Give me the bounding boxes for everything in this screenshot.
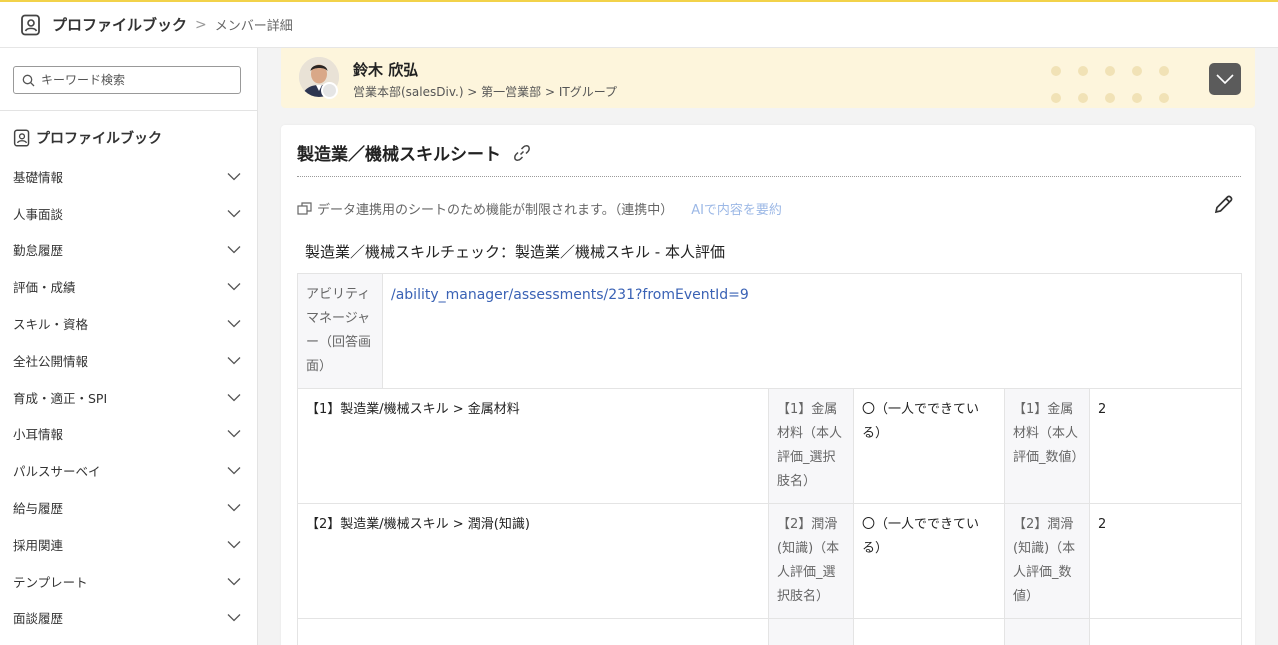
number-value: 2 bbox=[1089, 388, 1242, 504]
assessment-subtitle: 製造業／機械スキルチェック：製造業／機械スキル - 本人評価 bbox=[305, 243, 725, 261]
chevron-down-icon bbox=[1216, 74, 1234, 84]
chevron-down-icon bbox=[227, 467, 241, 475]
chevron-down-icon bbox=[227, 283, 241, 291]
sidebar-item-label: 小耳情報 bbox=[13, 427, 64, 443]
skill-question: 【1】製造業/機械スキル > 金属材料 bbox=[297, 388, 769, 504]
sidebar-item-template[interactable]: テンプレート bbox=[0, 563, 257, 600]
chevron-down-icon bbox=[227, 577, 241, 586]
sidebar-item-pulse-survey[interactable]: パルスサーベイ bbox=[0, 452, 257, 489]
sidebar-divider bbox=[0, 110, 257, 111]
sidebar-item-label: 採用関連 bbox=[13, 537, 64, 553]
chevron-down-icon bbox=[227, 246, 241, 254]
sidebar-menu: 基礎情報 人事面談 勤怠履歴 評価・成績 スキル・資格 全社公開情報 育成・適正… bbox=[0, 158, 257, 636]
search-input[interactable] bbox=[41, 73, 231, 87]
chevron-down-icon bbox=[227, 430, 241, 438]
sidebar-item-label: 基礎情報 bbox=[13, 169, 64, 185]
sidebar-item-interview-history[interactable]: 面談履歴 bbox=[0, 600, 257, 637]
sidebar-item-skills[interactable]: スキル・資格 bbox=[0, 305, 257, 342]
table-row bbox=[297, 618, 1242, 645]
skill-sheet-card: 製造業／機械スキルシート データ連携用のシートのため機能が制限されます。（連携中… bbox=[281, 125, 1255, 645]
ability-manager-label: アビリティマネージャー（回答画面） bbox=[297, 273, 383, 389]
chevron-down-icon bbox=[227, 614, 241, 622]
sheet-title: 製造業／機械スキルシート bbox=[297, 140, 531, 165]
main-content: 鈴木 欣弘 営業本部(salesDiv.) > 第一営業部 > ITグループ 製… bbox=[258, 48, 1278, 645]
number-label: 【1】金属材料（本人評価_数値） bbox=[1004, 388, 1090, 504]
sync-icon bbox=[297, 201, 312, 215]
chevron-down-icon bbox=[227, 209, 241, 218]
sidebar-item-public-info[interactable]: 全社公開情報 bbox=[0, 342, 257, 379]
chevron-down-icon bbox=[227, 172, 241, 181]
profile-book-icon bbox=[13, 129, 30, 147]
sidebar-item-evaluation[interactable]: 評価・成績 bbox=[0, 268, 257, 305]
sidebar: プロファイルブック 基礎情報 人事面談 勤怠履歴 評価・成績 スキル・資格 全社… bbox=[0, 48, 258, 645]
skill-table: アビリティマネージャー（回答画面） /ability_manager/asses… bbox=[297, 273, 1242, 645]
sidebar-item-label: 給与履歴 bbox=[13, 501, 64, 517]
sidebar-item-training-spi[interactable]: 育成・適正・SPI bbox=[0, 379, 257, 416]
sidebar-section-label: プロファイルブック bbox=[36, 131, 162, 147]
chevron-down-icon bbox=[227, 504, 241, 512]
sidebar-section-title: プロファイルブック bbox=[13, 128, 162, 148]
sheet-title-text: 製造業／機械スキルシート bbox=[297, 145, 501, 165]
skill-question: 【2】製造業/機械スキル > 潤滑(知識) bbox=[297, 503, 769, 619]
sidebar-item-label: パルスサーベイ bbox=[13, 464, 101, 480]
number-label: 【2】潤滑(知識)（本人評価_数値） bbox=[1004, 503, 1090, 619]
sidebar-item-label: スキル・資格 bbox=[13, 317, 89, 333]
ability-manager-link[interactable]: /ability_manager/assessments/231?fromEve… bbox=[382, 273, 1242, 389]
data-link-notice: データ連携用のシートのため機能が制限されます。（連携中） AIで内容を要約 bbox=[297, 199, 782, 218]
sidebar-item-recruiting[interactable]: 採用関連 bbox=[0, 526, 257, 563]
chevron-down-icon bbox=[227, 320, 241, 328]
choice-label: 【1】金属材料（本人評価_選択肢名） bbox=[768, 388, 854, 504]
link-icon[interactable] bbox=[513, 144, 531, 162]
profile-banner: 鈴木 欣弘 営業本部(salesDiv.) > 第一営業部 > ITグループ bbox=[281, 48, 1255, 108]
sidebar-item-label: 勤怠履歴 bbox=[13, 243, 64, 259]
expand-profile-button[interactable] bbox=[1209, 63, 1241, 95]
title-divider bbox=[297, 176, 1241, 177]
sidebar-item-attendance[interactable]: 勤怠履歴 bbox=[0, 232, 257, 269]
sidebar-item-hr-interview[interactable]: 人事面談 bbox=[0, 195, 257, 232]
choice-value: 〇（一人でできている） bbox=[853, 503, 1005, 619]
favorite-star-icon[interactable] bbox=[321, 82, 338, 99]
chevron-down-icon bbox=[227, 540, 241, 549]
sidebar-item-label: 人事面談 bbox=[13, 206, 64, 222]
top-header: プロファイルブック > メンバー詳細 bbox=[0, 0, 1278, 48]
profile-book-icon[interactable] bbox=[20, 14, 42, 36]
sidebar-item-label: 育成・適正・SPI bbox=[13, 390, 108, 406]
search-box[interactable] bbox=[13, 66, 241, 94]
sidebar-item-label: 面談履歴 bbox=[13, 611, 64, 627]
pencil-icon[interactable] bbox=[1213, 193, 1235, 215]
sidebar-item-basic-info[interactable]: 基礎情報 bbox=[0, 158, 257, 195]
sidebar-item-salary[interactable]: 給与履歴 bbox=[0, 489, 257, 526]
ai-summary-link[interactable]: AIで内容を要約 bbox=[691, 199, 782, 218]
member-name: 鈴木 欣弘 bbox=[353, 61, 419, 79]
sidebar-item-label: 評価・成績 bbox=[13, 280, 76, 296]
table-row: アビリティマネージャー（回答画面） /ability_manager/asses… bbox=[297, 273, 1242, 389]
search-icon bbox=[22, 74, 35, 86]
chevron-down-icon bbox=[227, 393, 241, 402]
member-department: 営業本部(salesDiv.) > 第一営業部 > ITグループ bbox=[353, 85, 618, 99]
notice-text: データ連携用のシートのため機能が制限されます。（連携中） bbox=[317, 203, 674, 218]
sidebar-item-notes[interactable]: 小耳情報 bbox=[0, 416, 257, 453]
breadcrumb-separator: > bbox=[195, 16, 207, 33]
sidebar-item-label: 全社公開情報 bbox=[13, 353, 89, 369]
choice-value: 〇（一人でできている） bbox=[853, 388, 1005, 504]
chevron-down-icon bbox=[227, 356, 241, 365]
table-row: 【2】製造業/機械スキル > 潤滑(知識) 【2】潤滑(知識)（本人評価_選択肢… bbox=[297, 503, 1242, 619]
sidebar-item-label: テンプレート bbox=[13, 574, 88, 590]
table-row: 【1】製造業/機械スキル > 金属材料 【1】金属材料（本人評価_選択肢名） 〇… bbox=[297, 388, 1242, 504]
breadcrumb-current: メンバー詳細 bbox=[214, 19, 293, 34]
choice-label: 【2】潤滑(知識)（本人評価_選択肢名） bbox=[768, 503, 854, 619]
number-value: 2 bbox=[1089, 503, 1242, 619]
app-name[interactable]: プロファイルブック bbox=[52, 14, 187, 35]
